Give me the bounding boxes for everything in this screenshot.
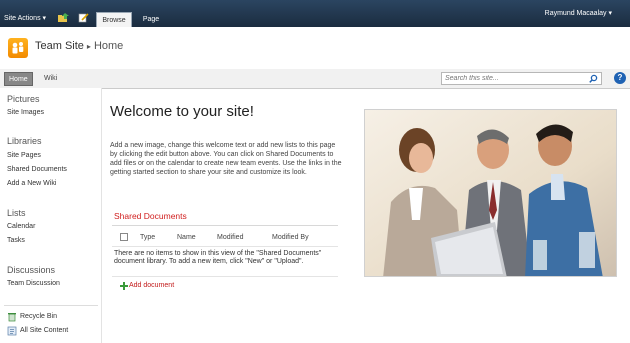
- user-menu[interactable]: Raymund Macaalay ▾: [545, 9, 612, 17]
- page-title: Welcome to your site!: [110, 103, 254, 120]
- nav-link-site-pages[interactable]: Site Pages: [7, 152, 41, 159]
- site-actions-menu[interactable]: Site Actions ▾: [4, 14, 46, 22]
- search-box: [441, 72, 602, 85]
- header-divider: [112, 246, 338, 247]
- page-name: Home: [93, 40, 124, 52]
- nav-header-pictures[interactable]: Pictures: [7, 94, 40, 104]
- empty-library-message: There are no items to show in this view …: [114, 250, 322, 265]
- add-document-link[interactable]: Add document: [129, 282, 174, 289]
- nav-header-lists[interactable]: Lists: [7, 208, 26, 218]
- shared-documents-title[interactable]: Shared Documents: [114, 211, 187, 221]
- footer-divider: [112, 276, 338, 277]
- edit-page-icon[interactable]: [78, 13, 89, 23]
- quick-launch: Pictures Site Images Libraries Site Page…: [0, 88, 102, 343]
- tab-page[interactable]: Page: [136, 12, 166, 27]
- nav-link-all-site-content[interactable]: All Site Content: [20, 327, 68, 334]
- nav-link-team-discussion[interactable]: Team Discussion: [7, 280, 60, 287]
- nav-link-calendar[interactable]: Calendar: [7, 223, 35, 230]
- nav-link-site-images[interactable]: Site Images: [7, 109, 44, 116]
- search-icon[interactable]: [589, 74, 598, 83]
- nav-link-tasks[interactable]: Tasks: [7, 237, 25, 244]
- title-area: Team Site ▸ Home: [0, 27, 630, 70]
- nav-divider: [4, 305, 98, 306]
- team-photo-image: [365, 110, 616, 276]
- welcome-text: Add a new image, change this welcome tex…: [110, 142, 342, 176]
- web-part-divider: [112, 225, 338, 226]
- nav-header-libraries[interactable]: Libraries: [7, 136, 42, 146]
- all-site-content-icon: [7, 326, 17, 336]
- breadcrumb: Team Site ▸ Home: [35, 40, 123, 52]
- topnav-home[interactable]: Home: [4, 72, 33, 86]
- column-header-type[interactable]: Type: [140, 234, 155, 241]
- search-input[interactable]: [442, 73, 588, 84]
- column-header-modified[interactable]: Modified: [217, 234, 243, 241]
- nav-link-shared-documents[interactable]: Shared Documents: [7, 166, 67, 173]
- people-icon: [12, 42, 24, 54]
- site-actions-label: Site Actions: [4, 15, 41, 22]
- select-all-checkbox[interactable]: [120, 233, 128, 241]
- add-icon[interactable]: [120, 282, 128, 290]
- breadcrumb-separator: ▸: [86, 42, 91, 51]
- nav-link-add-new-wiki[interactable]: Add a New Wiki: [7, 180, 56, 187]
- site-logo[interactable]: [8, 38, 28, 58]
- ribbon-bar: Site Actions ▾ Browse Page Raymund Macaa…: [0, 0, 630, 27]
- nav-link-recycle-bin[interactable]: Recycle Bin: [20, 313, 57, 320]
- help-icon[interactable]: ?: [614, 72, 626, 84]
- welcome-image: [364, 109, 617, 277]
- site-name-link[interactable]: Team Site: [35, 40, 84, 52]
- recycle-bin-icon: [8, 313, 16, 322]
- nav-header-discussions[interactable]: Discussions: [7, 265, 55, 275]
- user-name: Raymund Macaalay: [544, 10, 607, 17]
- tab-browse[interactable]: Browse: [96, 12, 132, 27]
- column-header-name[interactable]: Name: [177, 234, 196, 241]
- navigate-up-icon[interactable]: [58, 13, 69, 23]
- column-header-modified-by[interactable]: Modified By: [272, 234, 309, 241]
- topnav-wiki[interactable]: Wiki: [40, 72, 61, 86]
